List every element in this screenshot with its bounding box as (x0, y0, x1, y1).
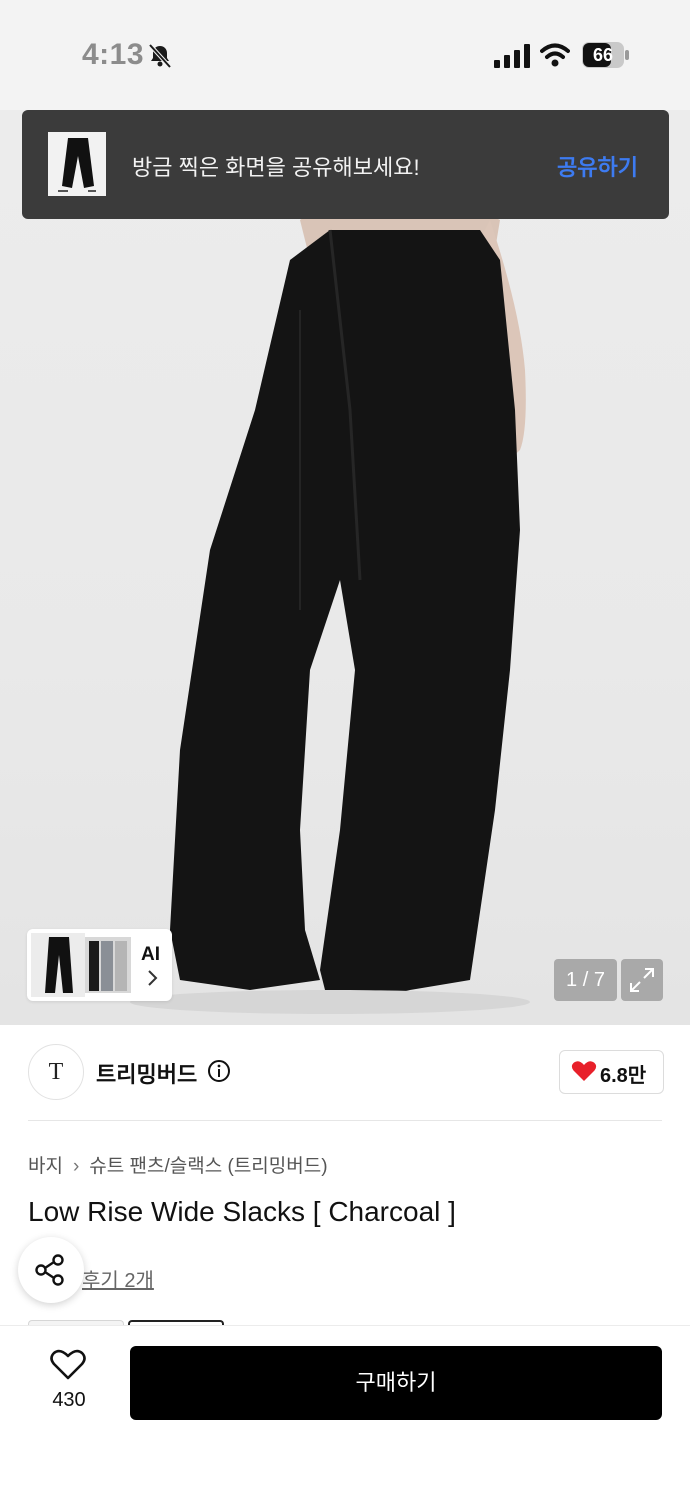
product-image[interactable] (0, 110, 690, 1025)
chevron-right-icon (148, 970, 158, 986)
divider (28, 1120, 662, 1121)
product-title: Low Rise Wide Slacks [ Charcoal ] (28, 1196, 456, 1227)
info-icon[interactable] (207, 1059, 231, 1083)
brand-logo[interactable]: T (28, 1044, 84, 1100)
chevron-right-icon: › (72, 1156, 80, 1177)
brand-name[interactable]: 트리밍버드 (96, 1057, 197, 1089)
bell-muted-icon (148, 43, 172, 69)
wishlist-count: 430 (52, 1389, 86, 1411)
breadcrumb: 바지 › 슈트 팬츠/슬랙스 (트리밍버드) (28, 1151, 328, 1178)
heart-outline-icon[interactable] (50, 1349, 86, 1381)
expand-icon (630, 968, 654, 992)
image-counter: 1 / 7 (554, 959, 617, 1001)
toast-share-button[interactable]: 공유하기 (557, 150, 638, 182)
buy-button[interactable]: 구매하기 (130, 1346, 662, 1420)
battery-level: 66 (592, 45, 614, 65)
wifi-icon (540, 43, 570, 67)
brand-like-count: 6.8만 (600, 1065, 647, 1087)
pants-illustration (130, 205, 530, 1014)
status-time: 4:13 (82, 38, 145, 71)
breadcrumb-item-category[interactable]: 바지 (28, 1156, 63, 1177)
toast-message: 방금 찍은 화면을 공유해보세요! (132, 155, 420, 180)
ai-similar-thumbnails (31, 933, 131, 997)
toast-thumbnail (48, 132, 106, 196)
review-link[interactable]: 후기 2개 (82, 1264, 154, 1293)
breadcrumb-item-subcategory[interactable]: 슈트 팬츠/슬랙스 (트리밍버드) (89, 1156, 327, 1177)
ai-label: AI (141, 944, 160, 965)
share-icon (35, 1254, 64, 1286)
signal-icon (494, 44, 530, 68)
expand-button[interactable] (621, 959, 663, 1001)
heart-icon (571, 1061, 597, 1081)
